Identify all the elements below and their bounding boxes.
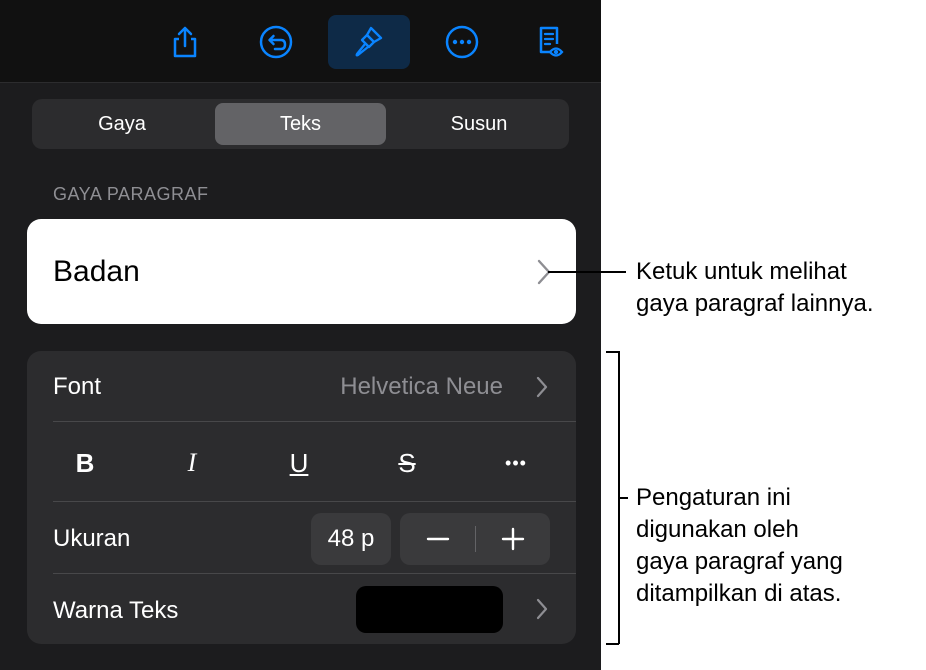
font-row[interactable]: Font Helvetica Neue xyxy=(27,351,576,421)
font-size-field[interactable]: 48 p xyxy=(311,513,391,565)
format-paintbrush-icon xyxy=(355,26,383,57)
increase-size-button[interactable] xyxy=(475,513,550,565)
callout-settings: Pengaturan ini digunakan oleh gaya parag… xyxy=(636,482,843,610)
toolbar xyxy=(0,0,601,82)
font-value: Helvetica Neue xyxy=(340,373,503,400)
underline-button[interactable]: U xyxy=(279,443,319,483)
callout-text-line: Pengaturan ini xyxy=(636,484,791,511)
callout-text-line: digunakan oleh xyxy=(636,516,799,543)
share-button[interactable] xyxy=(144,15,226,69)
text-settings-group: Font Helvetica Neue B I U S ••• Ukuran 4… xyxy=(27,351,576,644)
tab-gaya[interactable]: Gaya xyxy=(36,103,208,145)
tab-teks[interactable]: Teks xyxy=(215,103,386,145)
paragraph-style-name: Badan xyxy=(53,255,140,288)
callout-paragraph-style: Ketuk untuk melihat gaya paragraf lainny… xyxy=(636,256,874,320)
strikethrough-button[interactable]: S xyxy=(387,443,427,483)
chevron-right-icon xyxy=(536,598,548,620)
minus-icon xyxy=(426,537,449,541)
font-label: Font xyxy=(53,373,102,400)
row-divider xyxy=(53,501,576,502)
font-size-stepper xyxy=(400,513,550,565)
bold-button[interactable]: B xyxy=(65,443,105,483)
callout-bracket-bottom xyxy=(606,643,619,645)
text-color-label: Warna Teks xyxy=(53,597,179,624)
text-color-row[interactable]: Warna Teks xyxy=(27,573,576,644)
callout-leader-line xyxy=(548,271,626,273)
toolbar-divider xyxy=(0,82,601,83)
callout-bracket-tick xyxy=(618,497,628,499)
format-tabs: Gaya Teks Susun xyxy=(32,99,569,149)
more-format-button[interactable]: ••• xyxy=(496,443,536,483)
callout-bracket-top xyxy=(606,351,619,353)
size-label: Ukuran xyxy=(53,525,131,552)
paragraph-style-selector[interactable]: Badan xyxy=(27,219,576,324)
more-button[interactable] xyxy=(421,15,503,69)
italic-button[interactable]: I xyxy=(172,443,212,483)
row-divider xyxy=(53,421,576,422)
undo-icon xyxy=(259,25,293,59)
callout-text-line: gaya paragraf lainnya. xyxy=(636,290,874,317)
plus-icon xyxy=(501,527,524,551)
reading-view-icon xyxy=(539,26,564,57)
format-button[interactable] xyxy=(328,15,410,69)
chevron-right-icon xyxy=(536,376,548,398)
callout-text-line: ditampilkan di atas. xyxy=(636,580,842,607)
format-panel: Gaya Teks Susun GAYA PARAGRAF Badan Font… xyxy=(0,0,601,670)
section-label-paragraph-style: GAYA PARAGRAF xyxy=(53,184,209,204)
undo-button[interactable] xyxy=(235,15,317,69)
tab-susun[interactable]: Susun xyxy=(393,103,565,145)
reading-view-button[interactable] xyxy=(510,15,592,69)
more-icon xyxy=(445,25,479,59)
text-color-swatch[interactable] xyxy=(356,586,503,633)
decrease-size-button[interactable] xyxy=(400,513,475,565)
share-icon xyxy=(173,26,197,58)
callout-text-line: Ketuk untuk melihat xyxy=(636,258,847,285)
callout-text-line: gaya paragraf yang xyxy=(636,548,843,575)
